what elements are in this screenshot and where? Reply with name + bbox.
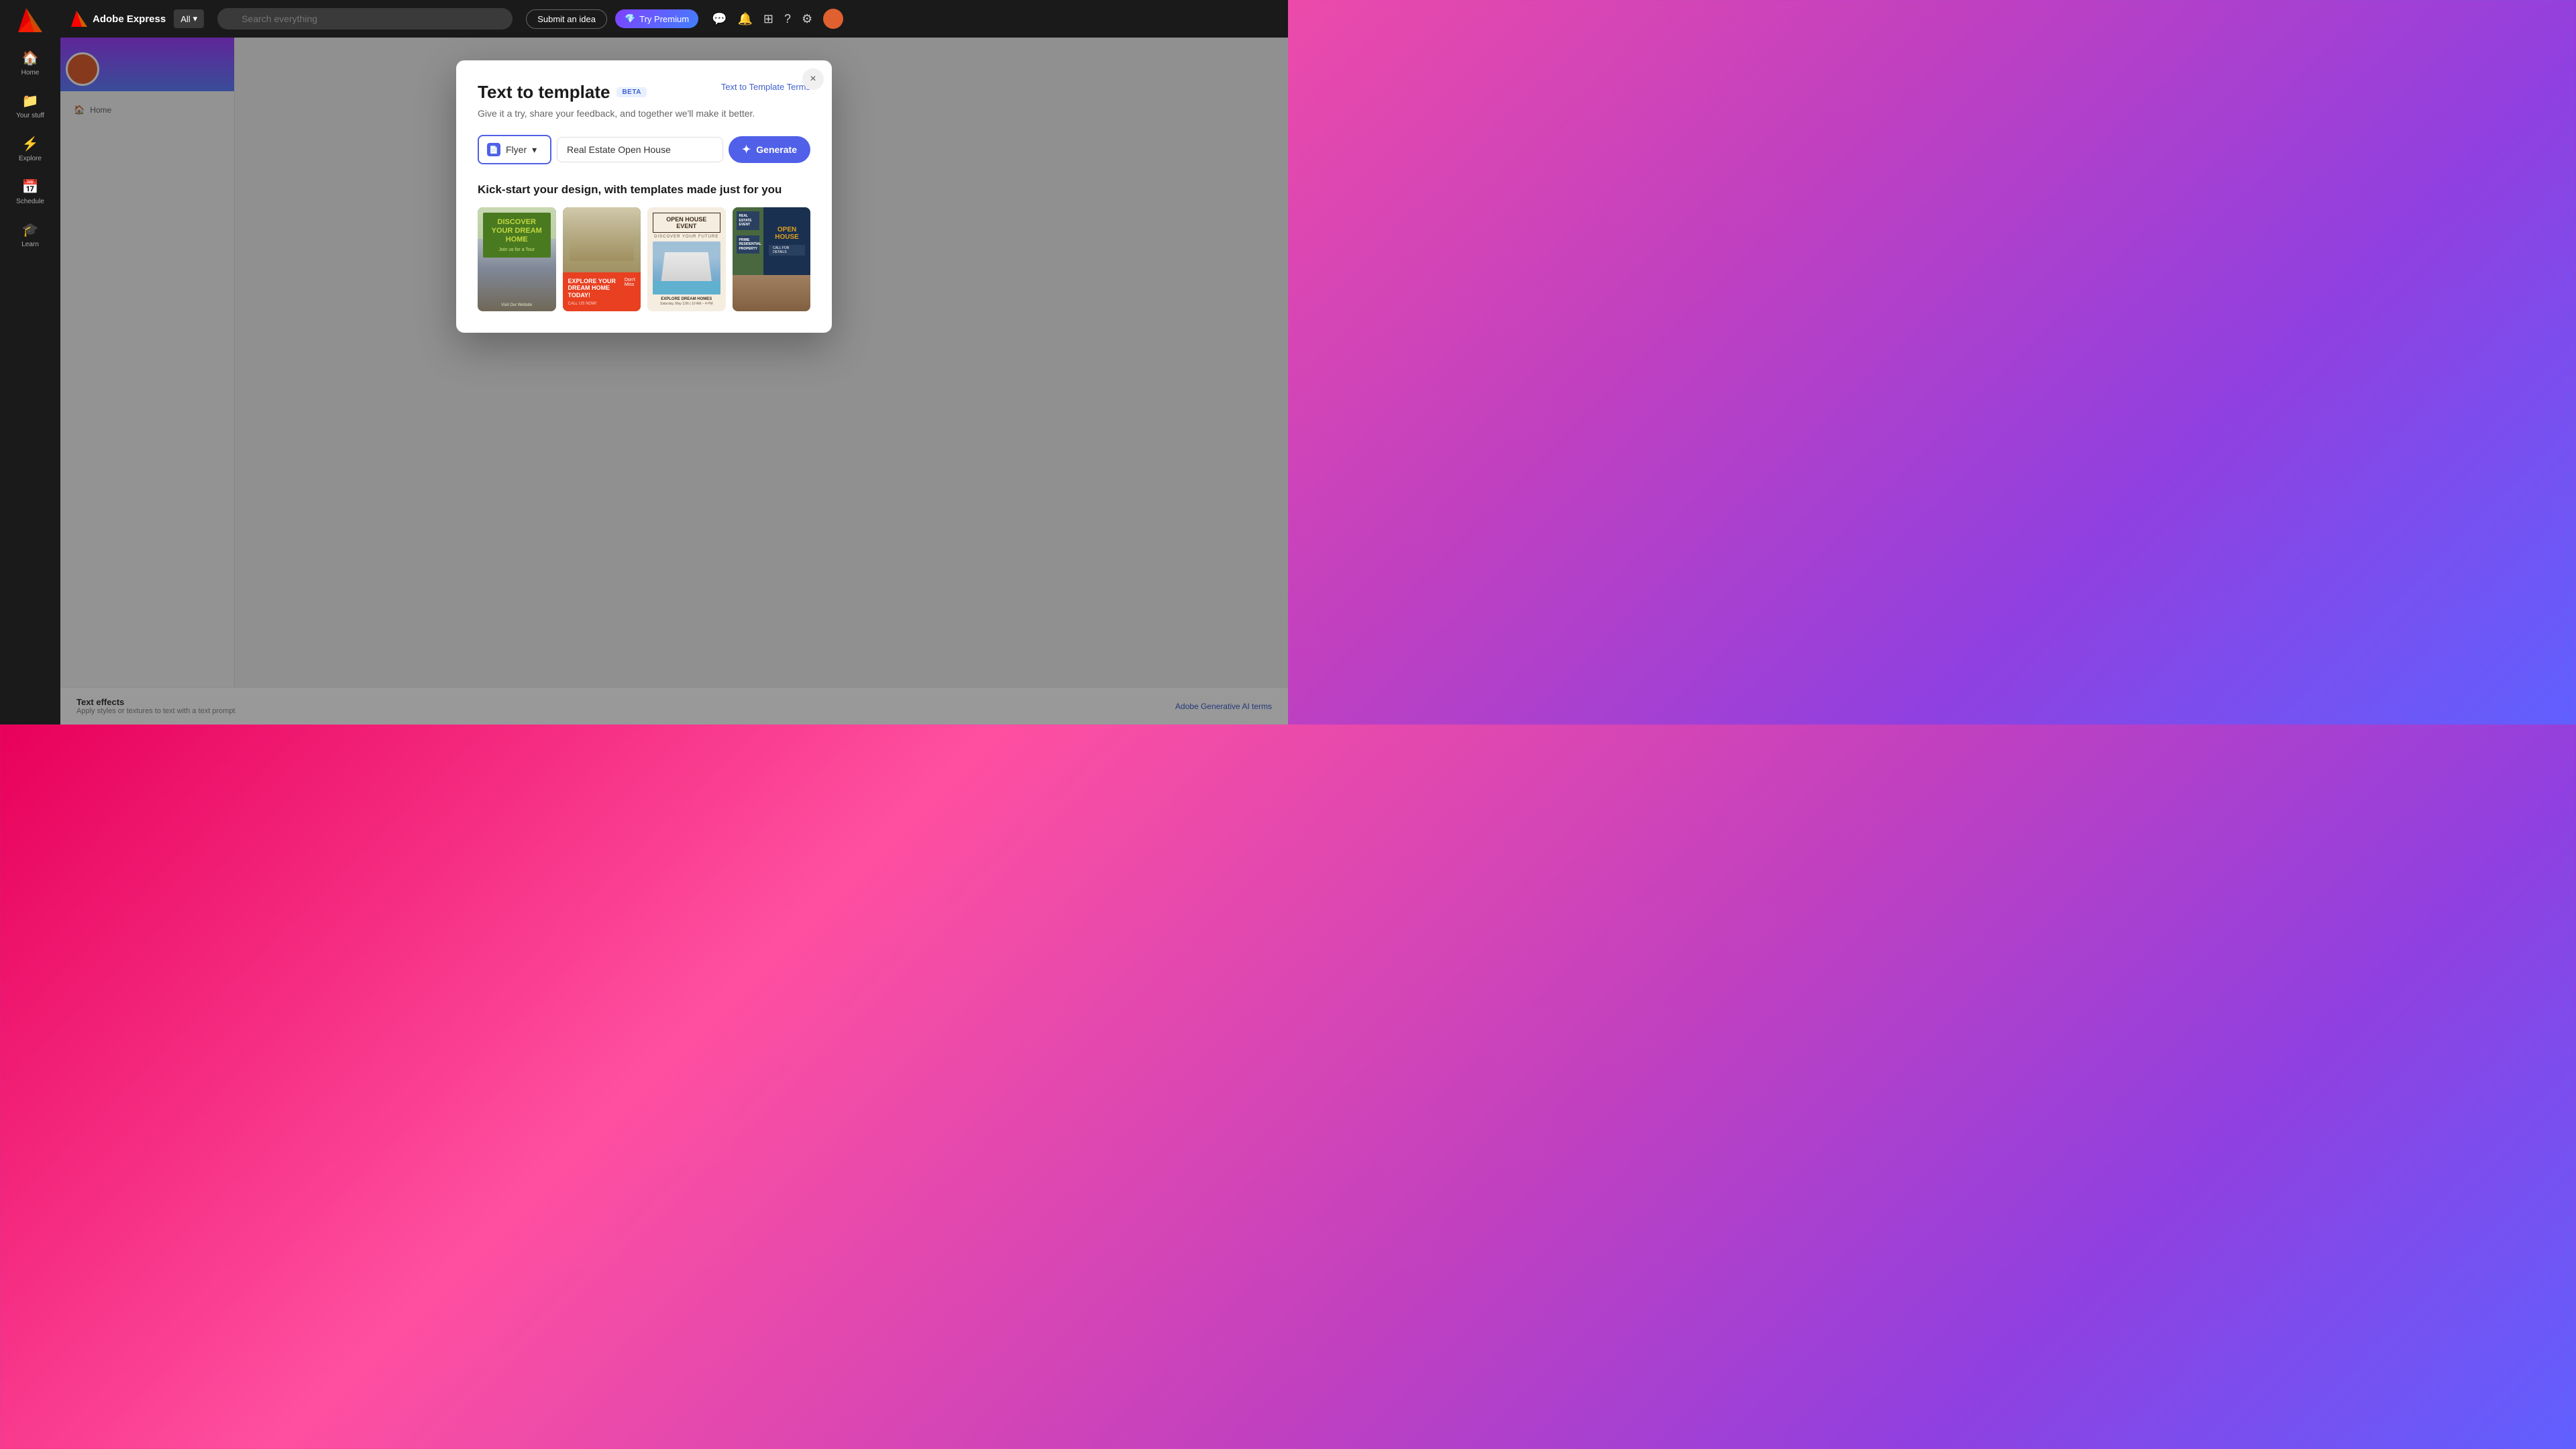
t4-inner: REAL ESTATE EVENT PRIME RESIDENTIAL PROP… bbox=[733, 207, 811, 311]
modal-title-row: Text to template BETA bbox=[478, 82, 647, 103]
type-dropdown[interactable]: 📄 Flyer ▾ bbox=[478, 135, 551, 164]
adobe-nav-logo bbox=[71, 11, 87, 27]
modal-close-button[interactable]: × bbox=[802, 68, 824, 90]
learn-icon: 🎓 bbox=[22, 221, 39, 238]
t2-call: CALL US NOW! bbox=[568, 302, 625, 306]
generate-icon: ✦ bbox=[742, 143, 751, 156]
sidebar-item-schedule-label: Schedule bbox=[16, 198, 44, 205]
t4-call-details: CALL FOR DETAILS bbox=[769, 245, 805, 256]
sidebar-item-learn-label: Learn bbox=[21, 241, 39, 248]
t1-green-overlay: DISCOVER YOUR DREAM HOME Join us for a T… bbox=[483, 213, 551, 258]
text-to-template-modal: × Text to template BETA Text to Template… bbox=[456, 60, 832, 333]
search-input[interactable] bbox=[217, 8, 513, 30]
modal-subtitle: Give it a try, share your feedback, and … bbox=[478, 108, 810, 119]
templates-grid: DISCOVER YOUR DREAM HOME Join us for a T… bbox=[478, 207, 810, 311]
explore-icon: ⚡ bbox=[22, 136, 39, 152]
apps-grid-icon[interactable]: ⊞ bbox=[763, 12, 773, 26]
template-input-row: 📄 Flyer ▾ ✦ Generate bbox=[478, 135, 810, 164]
sidebar: 🏠 Home 📁 Your stuff ⚡ Explore 📅 Schedule… bbox=[0, 0, 60, 724]
sidebar-item-learn[interactable]: 🎓 Learn bbox=[7, 215, 54, 255]
schedule-icon: 📅 bbox=[22, 178, 39, 195]
all-filter-dropdown[interactable]: All ▾ bbox=[174, 9, 204, 28]
generate-button[interactable]: ✦ Generate bbox=[729, 136, 810, 163]
submit-idea-button[interactable]: Submit an idea bbox=[526, 9, 607, 29]
app-logo: Adobe Express bbox=[71, 11, 166, 27]
t3-photo bbox=[653, 241, 720, 294]
home-icon: 🏠 bbox=[22, 50, 39, 66]
t3-date: Saturday, May 12th | 10 AM – 4 PM bbox=[653, 302, 720, 306]
adobe-logo bbox=[18, 8, 42, 32]
t4-right: OPEN HOUSE CALL FOR DETAILS bbox=[763, 207, 810, 275]
user-avatar[interactable] bbox=[823, 9, 843, 29]
t3-footer: EXPLORE DREAM HOMES bbox=[653, 297, 720, 301]
type-dropdown-label: Flyer bbox=[506, 144, 527, 155]
t4-left: REAL ESTATE EVENT PRIME RESIDENTIAL PROP… bbox=[733, 207, 764, 275]
kickstart-title: Kick-start your design, with templates m… bbox=[478, 183, 810, 197]
terms-link[interactable]: Text to Template Terms bbox=[721, 82, 810, 92]
t4-open-house: OPEN HOUSE bbox=[769, 226, 805, 241]
t4-label-2: PRIME RESIDENTIAL PROPERTY bbox=[737, 235, 760, 254]
sidebar-item-explore-label: Explore bbox=[19, 155, 42, 162]
t2-kitchen-detail bbox=[570, 214, 635, 261]
t4-top: REAL ESTATE EVENT PRIME RESIDENTIAL PROP… bbox=[733, 207, 811, 275]
folder-icon: 📁 bbox=[22, 93, 39, 109]
t4-bottom-photo bbox=[733, 275, 811, 311]
t2-orange-box: EXPLORE YOUR DREAM HOME TODAY! CALL US N… bbox=[563, 272, 641, 311]
premium-gem-icon: 💎 bbox=[625, 13, 635, 24]
template-1-inner: DISCOVER YOUR DREAM HOME Join us for a T… bbox=[478, 207, 556, 311]
try-premium-label: Try Premium bbox=[639, 14, 689, 24]
t3-discover: DISCOVER YOUR FUTURE bbox=[653, 235, 720, 239]
t2-headline: EXPLORE YOUR DREAM HOME TODAY! bbox=[568, 278, 625, 299]
chat-icon[interactable]: 💬 bbox=[712, 12, 727, 26]
template-text-input[interactable] bbox=[557, 137, 723, 162]
settings-icon[interactable]: ⚙ bbox=[802, 12, 812, 26]
t1-footer: Visit Our Website bbox=[478, 303, 556, 307]
sidebar-item-your-stuff-label: Your stuff bbox=[16, 112, 44, 119]
type-dropdown-chevron: ▾ bbox=[532, 144, 537, 156]
app-name: Adobe Express bbox=[93, 13, 166, 25]
search-container: 🔍 bbox=[217, 8, 513, 30]
generate-label: Generate bbox=[756, 144, 797, 155]
beta-badge: BETA bbox=[616, 87, 646, 97]
flyer-icon: 📄 bbox=[487, 143, 500, 156]
sidebar-item-home[interactable]: 🏠 Home bbox=[7, 43, 54, 83]
t3-pool bbox=[653, 281, 720, 294]
sidebar-item-your-stuff[interactable]: 📁 Your stuff bbox=[7, 86, 54, 126]
sidebar-item-home-label: Home bbox=[21, 69, 40, 76]
modal-header: Text to template BETA Text to Template T… bbox=[478, 82, 810, 103]
t1-heading: DISCOVER YOUR DREAM HOME bbox=[488, 218, 545, 245]
t2-dont-miss: Don't Miss bbox=[625, 278, 635, 287]
sidebar-item-schedule[interactable]: 📅 Schedule bbox=[7, 172, 54, 212]
template-card-3[interactable]: Open House Event DISCOVER YOUR FUTURE EX… bbox=[647, 207, 726, 311]
template-card-2[interactable]: EXPLORE YOUR DREAM HOME TODAY! CALL US N… bbox=[563, 207, 641, 311]
all-label: All bbox=[180, 14, 190, 24]
t1-subline: Join us for a Tour bbox=[488, 248, 545, 252]
try-premium-button[interactable]: 💎 Try Premium bbox=[615, 9, 698, 28]
bell-icon[interactable]: 🔔 bbox=[737, 12, 752, 26]
t3-inner: Open House Event DISCOVER YOUR FUTURE EX… bbox=[647, 207, 726, 311]
template-card-4[interactable]: REAL ESTATE EVENT PRIME RESIDENTIAL PROP… bbox=[733, 207, 811, 311]
modal-title: Text to template bbox=[478, 82, 610, 103]
navbar-icons: 💬 🔔 ⊞ ? ⚙ bbox=[712, 9, 843, 29]
help-icon[interactable]: ? bbox=[784, 12, 791, 26]
t4-label-1: REAL ESTATE EVENT bbox=[737, 211, 760, 230]
chevron-down-icon: ▾ bbox=[193, 13, 198, 24]
navbar: Adobe Express All ▾ 🔍 Submit an idea 💎 T… bbox=[60, 0, 1288, 38]
t3-event-title: Open House Event bbox=[653, 213, 720, 233]
sidebar-item-explore[interactable]: ⚡ Explore bbox=[7, 129, 54, 169]
template-card-1[interactable]: DISCOVER YOUR DREAM HOME Join us for a T… bbox=[478, 207, 556, 311]
